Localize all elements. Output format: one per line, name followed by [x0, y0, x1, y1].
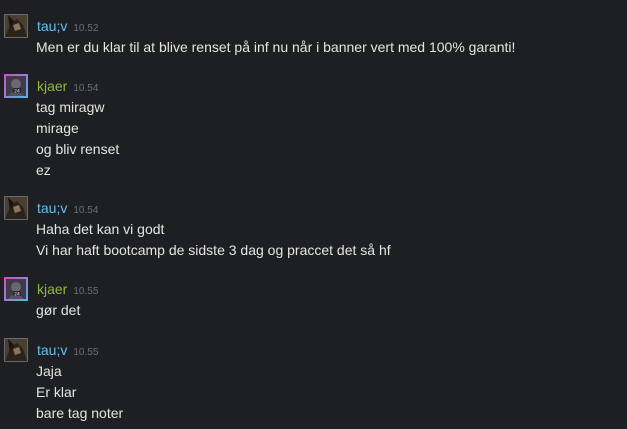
avatar[interactable] [4, 338, 28, 362]
message-text: tag miragw [36, 99, 105, 115]
message-header: tau;v 10.52 [37, 17, 98, 35]
message-lines: gør det [36, 300, 80, 321]
user-portrait-icon: 24 [6, 76, 26, 96]
message-text: Jaja [36, 363, 62, 379]
avatar[interactable]: 24 [4, 277, 28, 301]
message-header: kjaer 10.54 [37, 77, 98, 95]
message-text: og bliv renset [36, 141, 120, 157]
username[interactable]: tau;v [37, 18, 67, 34]
timestamp: 10.54 [73, 205, 99, 216]
user-portrait-icon: 24 [6, 279, 26, 299]
message-lines: Jaja Er klar bare tag noter [36, 361, 123, 424]
timestamp: 10.54 [73, 83, 99, 94]
svg-text:24: 24 [14, 89, 20, 95]
message-header: tau;v 10.55 [37, 341, 98, 359]
message-lines: Haha det kan vi godt Vi har haft bootcam… [36, 219, 391, 261]
message-text: Haha det kan vi godt [36, 221, 165, 237]
message-text: ez [36, 162, 51, 178]
message-lines: tag miragw mirage og bliv renset ez [36, 97, 119, 181]
username[interactable]: tau;v [37, 200, 67, 216]
message-text: mirage [36, 120, 79, 136]
message-header: kjaer 10.55 [37, 280, 98, 298]
timestamp: 10.55 [73, 347, 99, 358]
message-text: bare tag noter [36, 405, 124, 421]
timestamp: 10.55 [73, 286, 99, 297]
avatar[interactable] [4, 196, 28, 220]
user-portrait-icon [5, 339, 27, 361]
message-lines: Men er du klar til at blive renset på in… [36, 37, 515, 58]
chat-log: tau;v 10.52 Men er du klar til at blive r… [0, 0, 627, 429]
username[interactable]: kjaer [37, 281, 67, 297]
avatar[interactable]: 24 [4, 74, 28, 98]
message-header: tau;v 10.54 [37, 199, 98, 217]
user-portrait-icon [5, 197, 27, 219]
message-text: Er klar [36, 384, 77, 400]
avatar[interactable] [4, 14, 28, 38]
username[interactable]: kjaer [37, 78, 67, 94]
timestamp: 10.52 [73, 23, 99, 34]
svg-text:24: 24 [14, 292, 20, 298]
username[interactable]: tau;v [37, 342, 67, 358]
message-text: Men er du klar til at blive renset på in… [36, 39, 516, 55]
message-text: Vi har haft bootcamp de sidste 3 dag og … [36, 242, 391, 258]
message-text: gør det [36, 302, 81, 318]
user-portrait-icon [5, 15, 27, 37]
